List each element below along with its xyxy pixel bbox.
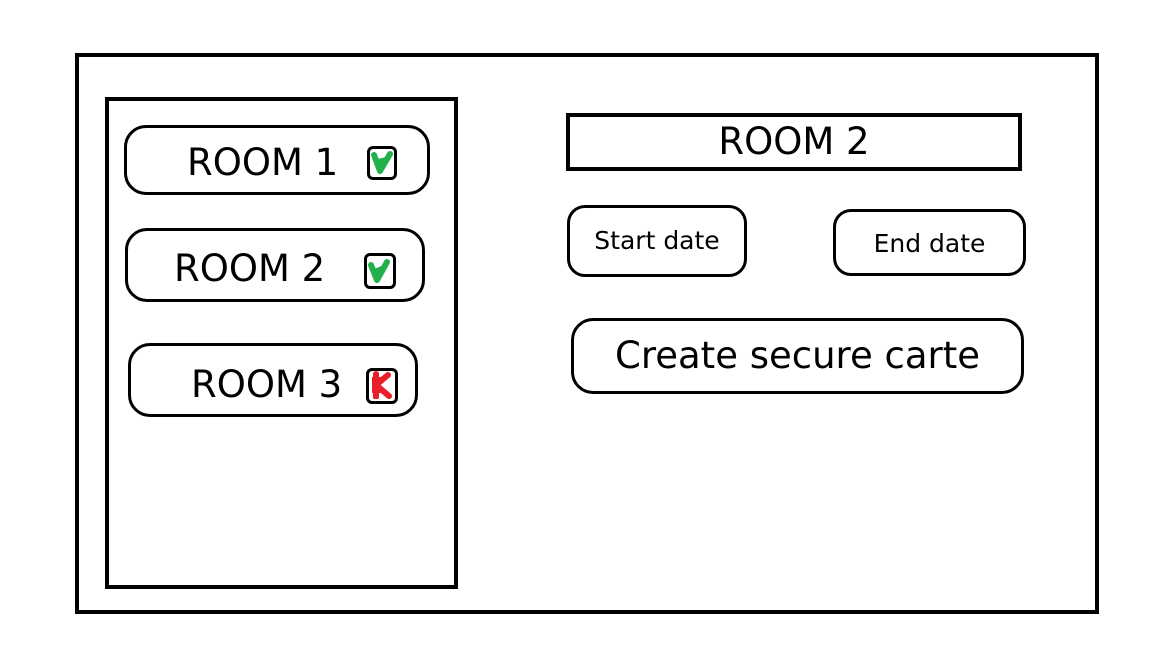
room-list-item-1[interactable]: ROOM 1 [124,125,430,195]
cross-icon [372,371,392,399]
selected-room-title: ROOM 2 [718,120,870,163]
status-checkbox[interactable] [366,368,398,404]
room-label: ROOM 1 [187,141,339,184]
end-date-button[interactable]: End date [833,209,1026,276]
check-icon [371,151,393,174]
room-list-item-3[interactable]: ROOM 3 [128,343,418,417]
room-label: ROOM 3 [191,363,343,406]
end-date-label: End date [873,229,986,258]
status-checkbox[interactable] [367,146,397,180]
create-secure-carte-button[interactable]: Create secure carte [571,318,1024,394]
start-date-label: Start date [594,226,720,255]
status-checkbox[interactable] [364,253,396,289]
room-list-item-2[interactable]: ROOM 2 [125,228,425,302]
start-date-button[interactable]: Start date [567,205,747,277]
selected-room-title-box: ROOM 2 [566,113,1022,171]
check-icon [368,259,390,283]
room-label: ROOM 2 [174,247,326,290]
create-secure-carte-label: Create secure carte [615,334,980,377]
